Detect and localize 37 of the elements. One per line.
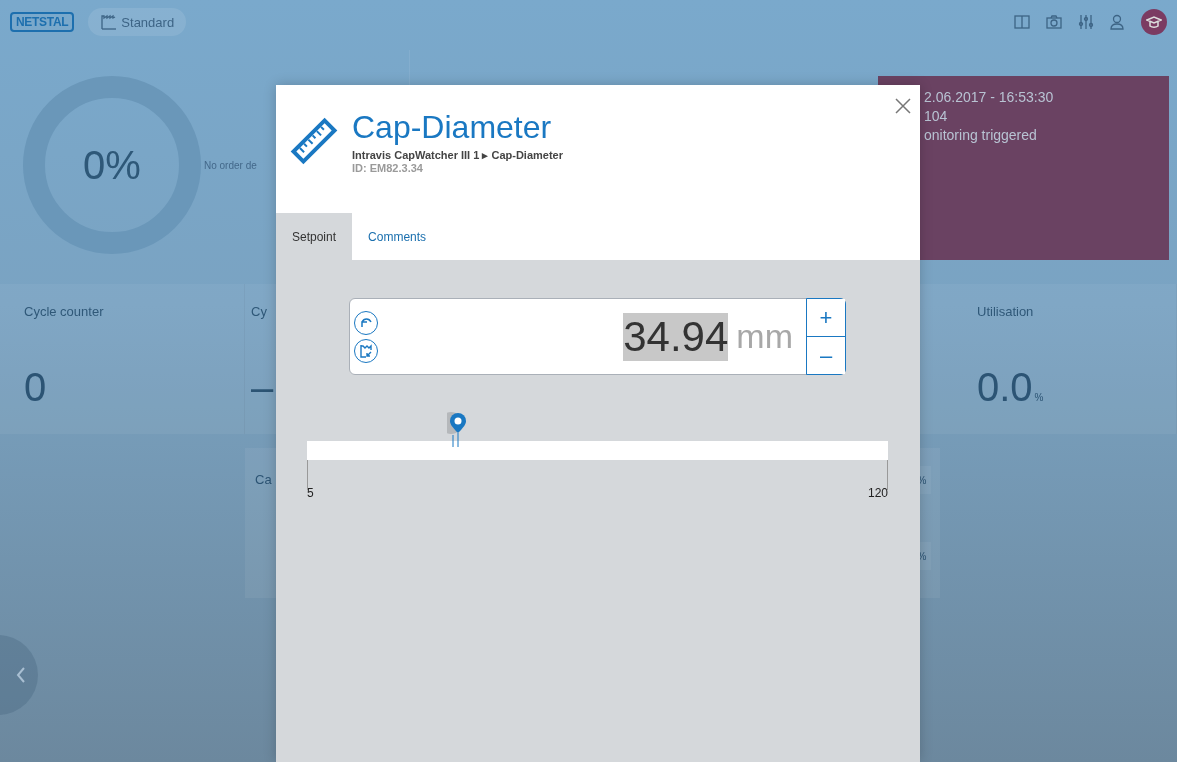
- value-text: 34.94: [623, 312, 729, 361]
- camera-icon[interactable]: [1045, 13, 1063, 31]
- logo: NETSTAL: [10, 12, 75, 32]
- slider-max-label: 120: [867, 486, 888, 500]
- progress-value: 0%: [83, 142, 141, 188]
- graduation-cap-icon[interactable]: [1141, 9, 1167, 35]
- order-info: No order de: [204, 159, 257, 171]
- book-icon[interactable]: [1013, 13, 1031, 31]
- tile-value: 0: [24, 367, 47, 407]
- breadcrumb: Intravis CapWatcher III 1 ▸ Cap-Diameter: [352, 149, 563, 162]
- user-icon[interactable]: [1109, 13, 1127, 31]
- tile-unit: %: [1034, 392, 1044, 403]
- factory-icon: [100, 13, 119, 31]
- unit-label: mm: [736, 317, 793, 356]
- tab[interactable]: Setpoint: [276, 213, 353, 260]
- sliders-icon[interactable]: [1077, 13, 1095, 31]
- tile-label: Utilisation: [977, 304, 1035, 319]
- undo-icon[interactable]: [354, 310, 378, 335]
- ruler-icon: [290, 117, 338, 165]
- decrement-button[interactable]: –: [807, 336, 845, 374]
- tile-value: –: [251, 367, 274, 407]
- dialog-title: Cap-Diameter: [352, 109, 553, 145]
- tile-label: Cy: [251, 304, 268, 319]
- card-label: Ca: [255, 472, 272, 487]
- slider-track[interactable]: [307, 441, 888, 460]
- value-field[interactable]: 34.94 mm + –: [349, 298, 846, 375]
- alert-message: onitoring triggered: [924, 126, 1038, 145]
- slider-min-label: 5: [307, 486, 314, 500]
- mode-button[interactable]: Standard: [88, 8, 187, 36]
- chevron-left-icon: [16, 666, 26, 684]
- close-icon[interactable]: [894, 97, 912, 115]
- item-id: ID: EM82.3.34: [352, 162, 424, 174]
- tile-label: Cycle counter: [24, 304, 105, 319]
- alert-time: 2.06.2017 - 16:53:30: [924, 88, 1055, 107]
- tile-value: 0.0: [977, 367, 1033, 407]
- alert-code: 104: [924, 107, 949, 126]
- reset-default-icon[interactable]: [354, 338, 378, 363]
